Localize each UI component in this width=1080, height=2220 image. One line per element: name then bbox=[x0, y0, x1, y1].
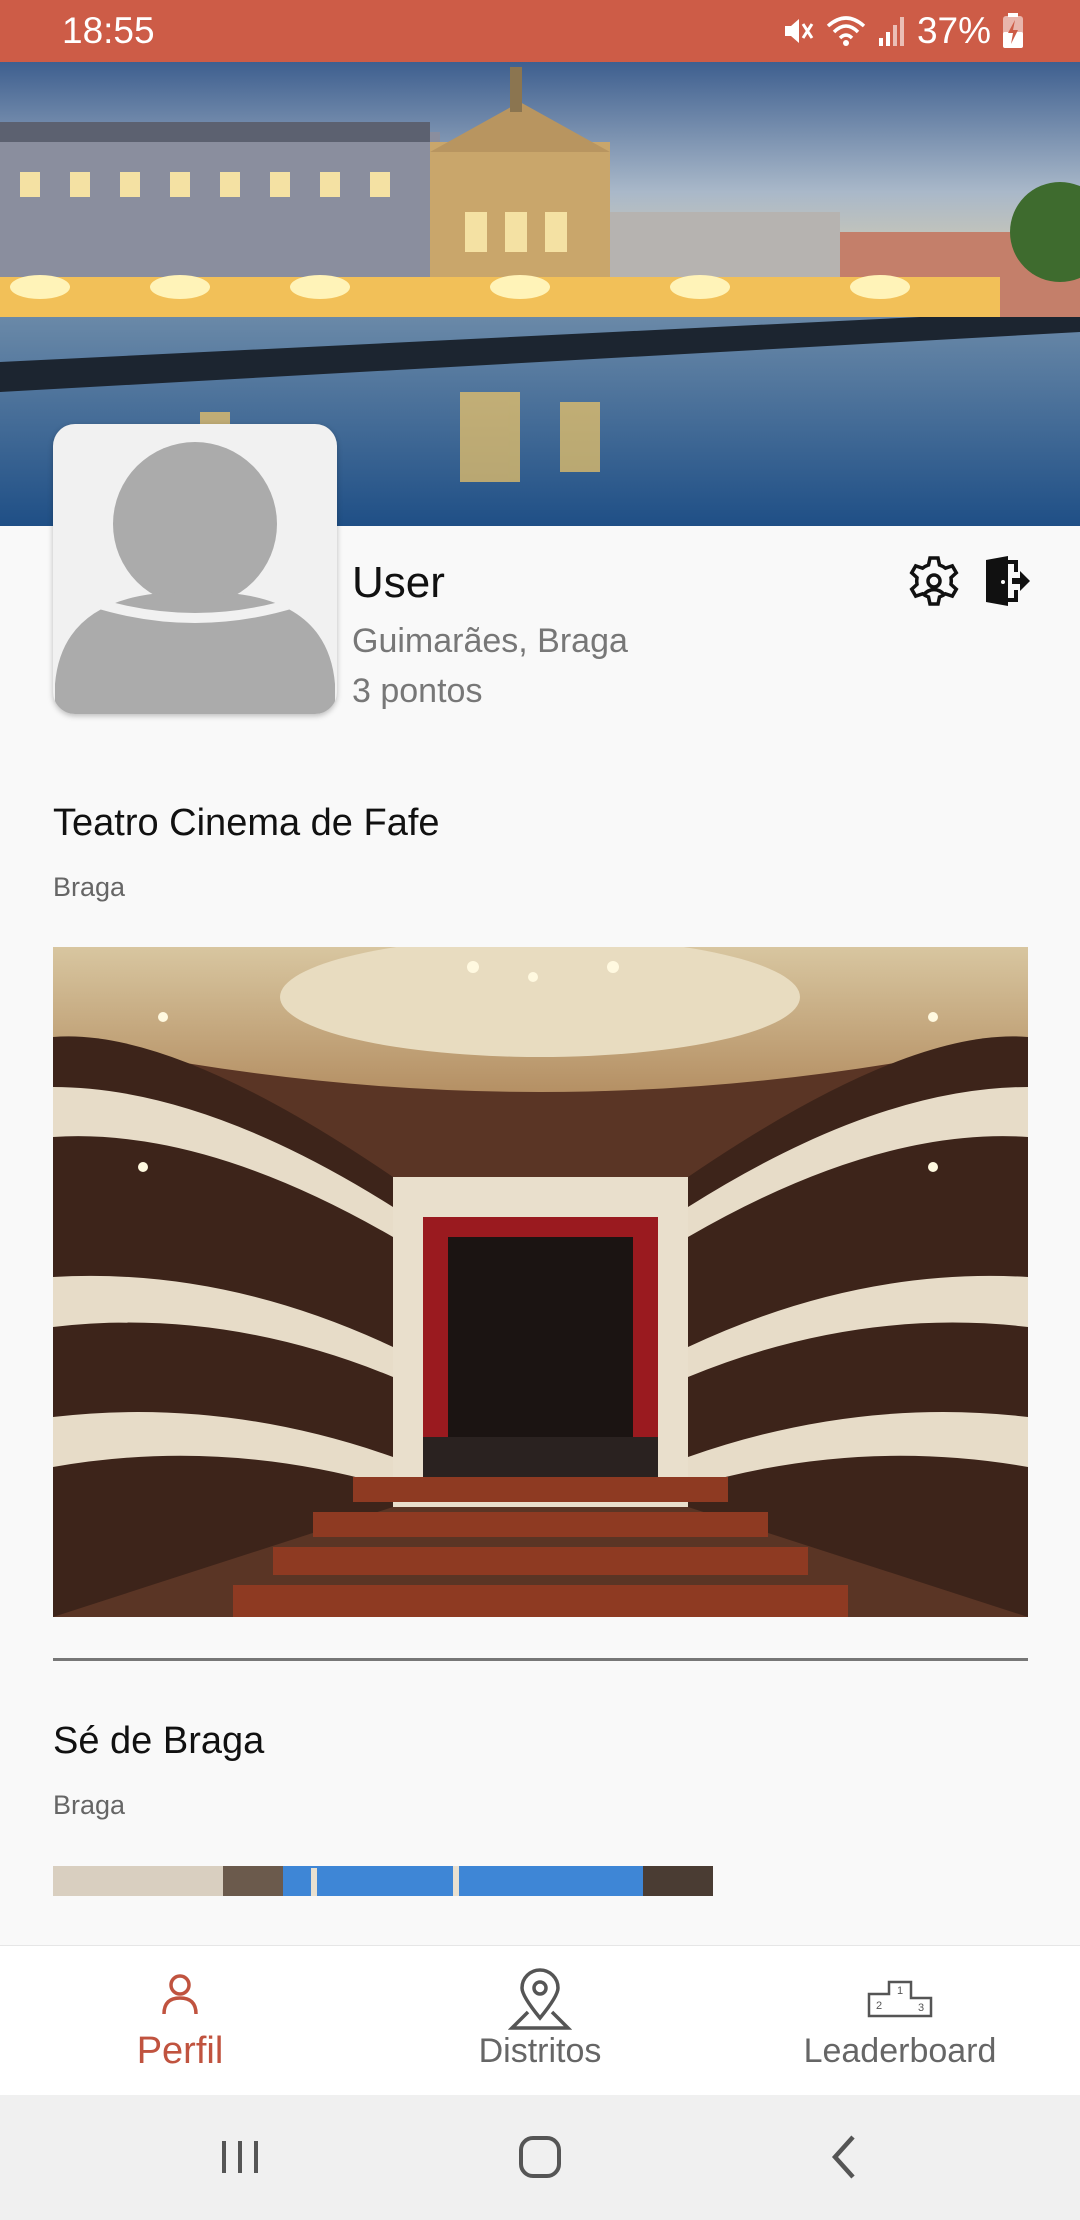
person-icon bbox=[162, 1974, 198, 2015]
visited-item-photo[interactable] bbox=[53, 1866, 713, 1896]
visited-item-photo[interactable] bbox=[53, 947, 1028, 1617]
visited-item-title[interactable]: Teatro Cinema de Fafe bbox=[53, 802, 440, 845]
system-navigation-bar bbox=[0, 2095, 1080, 2220]
nav-label: Leaderboard bbox=[803, 2032, 997, 2070]
nav-tab-distritos[interactable]: Distritos bbox=[360, 1946, 720, 2096]
status-time: 18:55 bbox=[62, 10, 155, 51]
user-points: 3 pontos bbox=[352, 672, 483, 710]
recent-apps-button[interactable] bbox=[200, 2125, 280, 2189]
back-button[interactable] bbox=[805, 2125, 885, 2189]
home-icon bbox=[519, 2136, 561, 2178]
visited-item-district: Braga bbox=[53, 1790, 126, 1820]
recent-apps-icon bbox=[222, 2141, 258, 2173]
mute-icon bbox=[784, 19, 814, 43]
svg-text:2: 2 bbox=[876, 2000, 882, 2012]
wifi-icon bbox=[826, 16, 866, 46]
logout-icon bbox=[986, 556, 1030, 606]
user-name: User bbox=[352, 558, 445, 607]
nav-tab-leaderboard[interactable]: 1 2 3 Leaderboard bbox=[720, 1946, 1080, 2096]
settings-gear-icon bbox=[909, 556, 959, 606]
visited-item-title[interactable]: Sé de Braga bbox=[53, 1720, 264, 1763]
nav-label: Distritos bbox=[478, 2032, 602, 2070]
back-icon bbox=[831, 2135, 855, 2179]
battery-percent: 37% bbox=[916, 10, 991, 51]
visited-item-district: Braga bbox=[53, 872, 126, 902]
status-bar: 18:55 37% bbox=[0, 0, 1080, 62]
status-icons: 37% bbox=[781, 8, 1025, 54]
nav-label: Perfil bbox=[136, 2030, 224, 2072]
battery-charging-icon bbox=[1003, 13, 1023, 48]
signal-icon bbox=[878, 17, 904, 46]
logout-button[interactable] bbox=[982, 554, 1030, 608]
svg-text:1: 1 bbox=[897, 1985, 903, 1997]
map-pin-icon bbox=[508, 1968, 572, 2030]
nav-tab-perfil[interactable]: Perfil bbox=[0, 1946, 360, 2096]
user-location: Guimarães, Braga bbox=[352, 622, 628, 660]
settings-button[interactable] bbox=[904, 554, 964, 614]
home-button[interactable] bbox=[500, 2125, 580, 2189]
list-divider bbox=[53, 1658, 1028, 1661]
svg-text:3: 3 bbox=[918, 2002, 924, 2014]
profile-avatar[interactable] bbox=[53, 424, 337, 714]
bottom-navigation: Perfil Distritos 1 2 3 Leaderboard bbox=[0, 1945, 1080, 2096]
person-placeholder-icon bbox=[55, 442, 335, 714]
podium-icon: 1 2 3 bbox=[867, 1980, 933, 2018]
